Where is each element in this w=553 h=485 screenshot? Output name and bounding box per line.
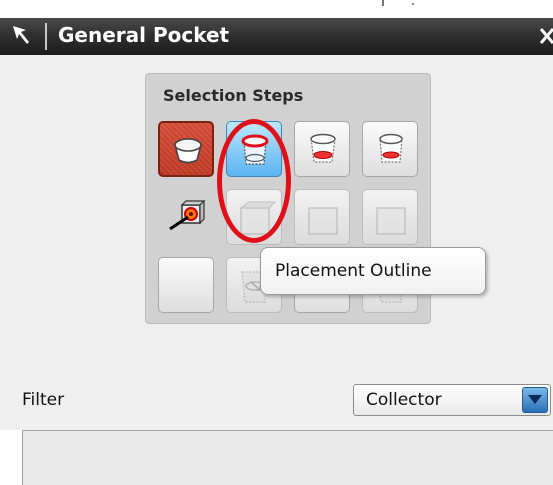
pocket-placement-face-icon (174, 138, 202, 164)
divider (412, 3, 414, 5)
filter-selected-value: Collector (366, 390, 442, 410)
dialog-body: Selection Steps Placement Outline Filter… (0, 55, 553, 485)
highlight-ring (217, 119, 291, 243)
close-button[interactable] (532, 18, 553, 55)
step-placement-face-button[interactable] (158, 121, 214, 177)
empty-step-1-button[interactable] (158, 257, 214, 313)
top-strip (0, 0, 553, 18)
pocket-target-body-icon (379, 133, 403, 163)
selection-list-panel (22, 430, 553, 485)
selection-steps-label: Selection Steps (163, 86, 304, 105)
title-bar: General Pocket (0, 18, 553, 55)
pocket-floor-outline-icon (310, 133, 336, 163)
filter-dropdown[interactable]: Collector (353, 384, 551, 416)
dialog-title: General Pocket (58, 23, 230, 47)
divider (382, 0, 384, 6)
step-thru-face-button[interactable] (158, 189, 214, 245)
pin-button[interactable] (0, 18, 44, 55)
blank-icon (159, 258, 214, 313)
close-icon (539, 28, 553, 44)
face-select-icon (376, 207, 406, 235)
chevron-down-icon (528, 395, 542, 404)
thru-face-icon (169, 199, 206, 231)
title-separator (45, 23, 47, 50)
face-select-icon (308, 207, 338, 235)
filter-dropdown-arrow[interactable] (522, 387, 548, 413)
step-target-body-button[interactable] (362, 121, 418, 177)
filter-label: Filter (22, 390, 65, 410)
pin-icon (13, 26, 29, 44)
face-step-3-button[interactable] (294, 189, 350, 245)
face-step-4-button[interactable] (362, 189, 418, 245)
tooltip: Placement Outline (260, 247, 486, 295)
step-floor-outline-button[interactable] (294, 121, 350, 177)
